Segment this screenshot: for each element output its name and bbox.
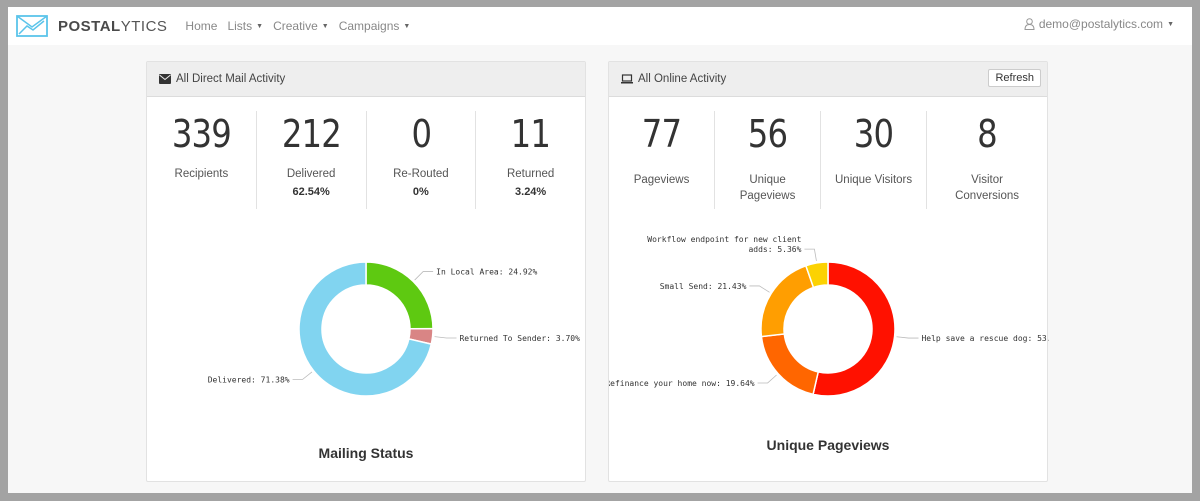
label-leader-line <box>414 271 434 281</box>
online-stats: 77 Pageviews 56 Unique Pageviews 30 Unique … <box>609 97 1047 209</box>
user-icon <box>1024 18 1035 30</box>
brand-logo[interactable]: POSTALYTICS <box>16 15 167 37</box>
label-leader-line <box>896 336 919 339</box>
panel-header: All Direct Mail Activity <box>147 62 585 97</box>
nav-campaigns[interactable]: Campaigns ▼ <box>339 19 411 33</box>
stat-rerouted: 0 Re-Routed 0% <box>365 111 476 209</box>
slice-label: Workflow endpoint for new client <box>647 235 801 244</box>
stat-pageviews: 77 Pageviews <box>633 112 690 186</box>
stat-delivered: 212 Delivered 62.54% <box>255 111 366 209</box>
slice-label: Help save a rescue dog: 53.57 <box>921 334 1049 343</box>
donut-slice[interactable] <box>760 333 820 396</box>
brand-name: POSTALYTICS <box>58 17 168 35</box>
chart-title: Mailing Status <box>318 445 414 461</box>
label-leader-line <box>434 336 457 339</box>
stat-returned: 11 Returned 3.24% <box>475 111 585 209</box>
refresh-button[interactable]: Refresh <box>988 69 1041 87</box>
chart-title: Unique Pageviews <box>766 437 890 453</box>
label-leader-line <box>749 285 770 293</box>
app-window: POSTALYTICS Home Lists ▼ Creative ▼ Campai… <box>8 7 1192 493</box>
label-leader-line <box>292 371 313 380</box>
stat-visitor-conversions: 8 Visitor Conversions <box>926 111 1047 209</box>
online-activity-panel: All Online Activity Refresh 77 Pageviews … <box>608 61 1049 482</box>
nav-home[interactable]: Home <box>185 19 217 33</box>
envelope-icon <box>159 74 171 84</box>
panel-title: All Direct Mail Activity <box>176 73 286 85</box>
slice-label: Small Send: 21.43% <box>660 282 747 291</box>
label-leader-line <box>804 248 817 262</box>
caret-down-icon: ▼ <box>1167 20 1174 28</box>
mailing-status-donut: In Local Area: 24.92% Returned To Sender:… <box>208 261 580 397</box>
direct-mail-panel: All Direct Mail Activity 339 Recipients 2… <box>146 61 586 482</box>
user-email: demo@postalytics.com <box>1038 17 1164 31</box>
slice-label: Returned To Sender: 3.70% <box>459 334 580 343</box>
donut-slice[interactable] <box>760 264 815 338</box>
stat-unique-pageviews: 56 Unique Pageviews <box>714 111 820 209</box>
nav-creative[interactable]: Creative ▼ <box>273 19 329 33</box>
panel-header: All Online Activity Refresh <box>609 62 1047 97</box>
main-nav: Home Lists ▼ Creative ▼ Campaigns ▼ <box>185 19 410 33</box>
caret-down-icon: ▼ <box>256 22 264 30</box>
slice-label: Refinance your home now: 19.64% <box>609 379 755 388</box>
direct-mail-stats: 339 Recipients 212 Delivered 62.54% 0 Re-Rou… <box>147 97 585 209</box>
slice-label: In Local Area: 24.92% <box>436 268 537 277</box>
navbar: POSTALYTICS Home Lists ▼ Creative ▼ Campai… <box>8 7 1192 45</box>
stat-recipients: 339 Recipients <box>171 112 232 180</box>
envelope-logo-icon <box>16 15 48 37</box>
laptop-icon <box>621 74 633 84</box>
nav-lists[interactable]: Lists ▼ <box>227 19 263 33</box>
slice-label: adds: 5.36% <box>748 245 801 254</box>
panel-title: All Online Activity <box>638 73 727 85</box>
caret-down-icon: ▼ <box>321 22 329 30</box>
unique-pageviews-donut: Help save a rescue dog: 53.57 Refinance y… <box>609 235 1049 397</box>
caret-down-icon: ▼ <box>403 22 411 30</box>
stat-unique-visitors: 30 Unique Visitors <box>820 111 926 209</box>
slice-label: Delivered: 71.38% <box>208 375 290 384</box>
label-leader-line <box>757 374 777 384</box>
user-menu[interactable]: demo@postalytics.com ▼ <box>1024 17 1174 31</box>
